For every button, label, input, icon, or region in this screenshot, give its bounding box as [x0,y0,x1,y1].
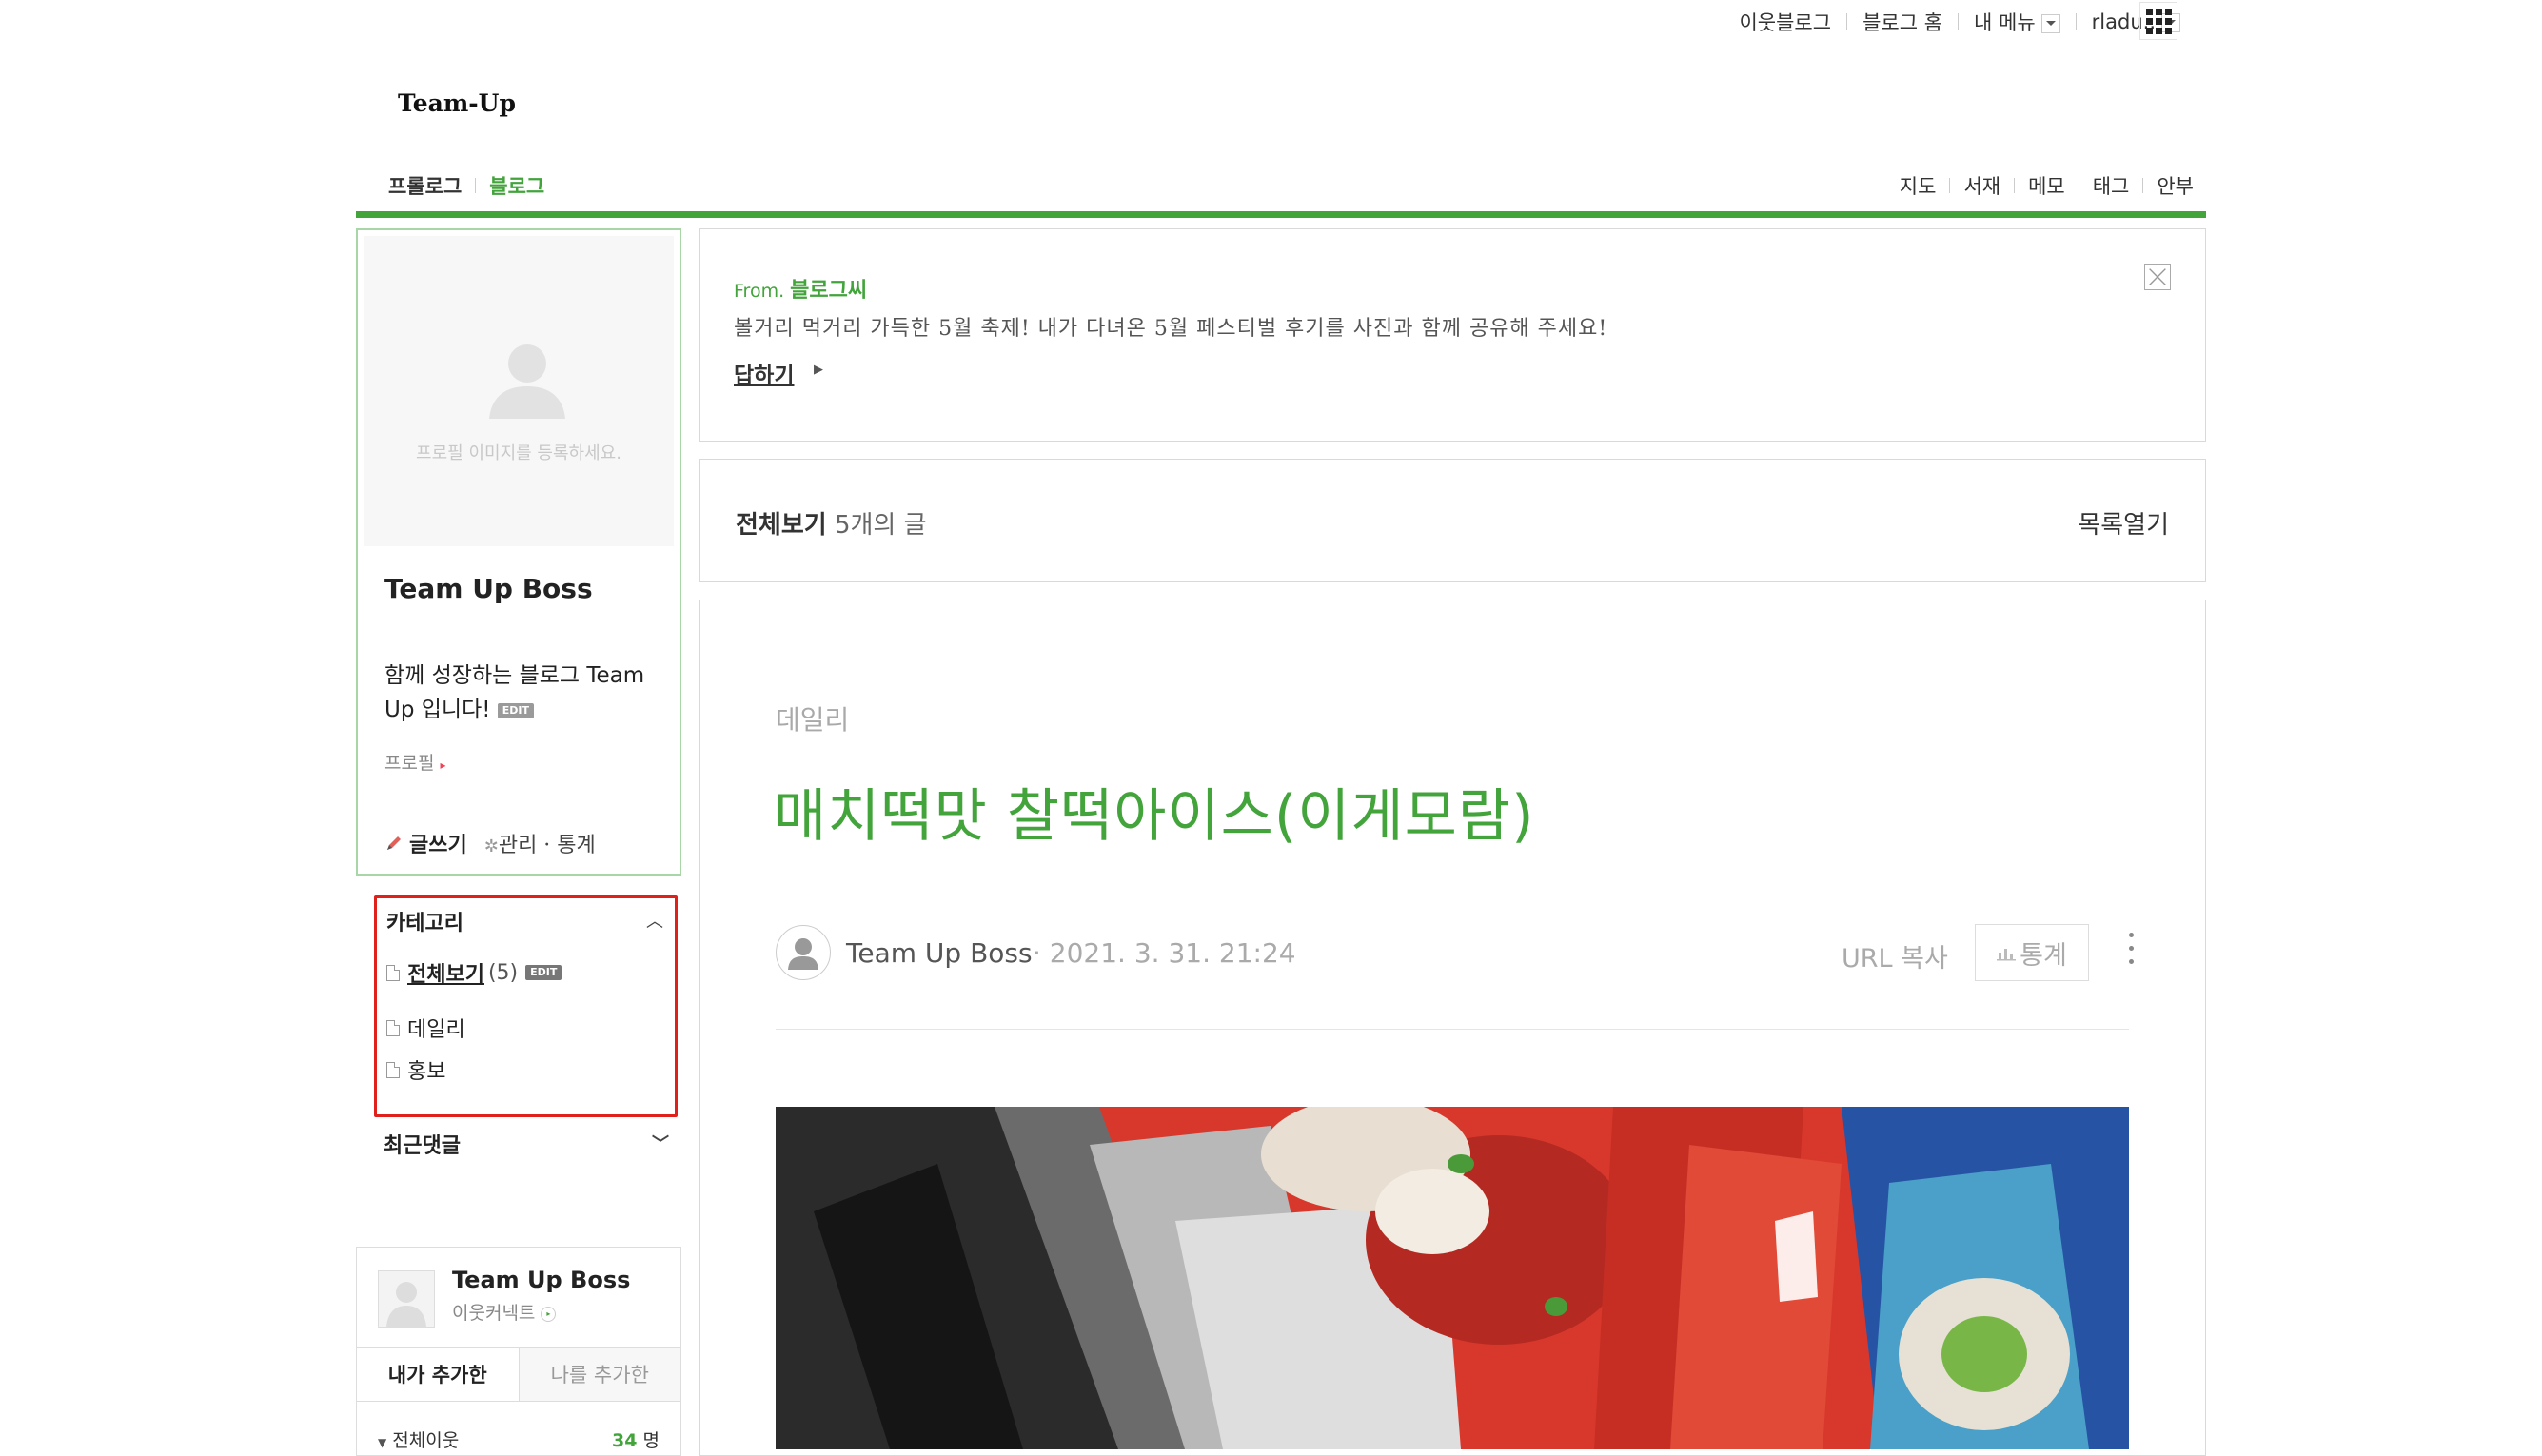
menu-library[interactable]: 서재 [1963,171,2000,200]
post-panel: 데일리 매치떡맛 찰떡아이스(이게모람) Team Up Boss · 2021… [699,600,2206,1456]
category-item-promo[interactable]: 홍보 [386,1054,445,1085]
menu-divider [1949,178,1951,193]
stats-label: 통계 [2020,940,2067,971]
neighbor-blog-link[interactable]: 이웃블로그 [1739,8,1831,36]
post-divider [776,1029,2129,1030]
person-silhouette-icon [788,938,818,970]
post-list-title: 전체보기 5개의 글 [736,505,927,541]
menu-divider [2142,178,2144,193]
category-label: 전체보기 [407,963,484,987]
neighbor-connect-label: 이웃커넥트 [452,1303,536,1324]
my-menu-dropdown[interactable]: 내 메뉴 [1974,8,2060,36]
document-icon [386,1061,400,1078]
write-post-link[interactable]: 글쓰기 [409,828,467,858]
post-list-header: 전체보기 5개의 글 목록열기 [699,459,2206,582]
more-options-icon[interactable] [2121,928,2140,975]
post-title: 매치떡맛 찰떡아이스(이게모람) [774,783,1535,850]
neighbor-connect-link[interactable]: 이웃커넥트 ▸ [452,1299,557,1325]
profile-link[interactable]: 프로필 ▸ [384,749,446,775]
grid-icon[interactable] [2139,2,2177,40]
gnb-divider [1958,13,1960,30]
chevron-down-icon: ﹀ [652,1134,669,1154]
category-label: 데일리 [407,1018,465,1042]
tab-added-by-me[interactable]: 내가 추가한 [357,1348,520,1401]
notice-from: From. 블로그씨 [734,273,867,304]
manage-stats-label: 관리 · 통계 [498,834,596,857]
blog-title[interactable]: Team-Up [398,89,516,117]
tab-added-me[interactable]: 나를 추가한 [519,1348,680,1401]
category-item-daily[interactable]: 데일리 [386,1013,465,1043]
post-author[interactable]: Team Up Boss [846,937,1033,969]
edit-description-button[interactable]: EDIT [497,702,535,718]
caret-down-icon: ▼ [378,1436,387,1449]
menu-divider [2014,178,2016,193]
gear-icon: ✲ [483,836,499,856]
post-date: · 2021. 3. 31. 21:24 [1033,937,1296,969]
avatar[interactable] [776,925,831,980]
arrow-right-icon: ▸ [541,1306,557,1322]
gnb-divider [2075,13,2077,30]
list-count: 5개의 글 [834,511,927,540]
recent-comments-title: 최근댓글 [384,1133,461,1158]
profile-name: Team Up Boss [384,573,593,604]
neighbor-count-value: 34 [612,1430,638,1451]
list-title-label: 전체보기 [736,511,827,540]
header-accent-bar [356,211,2206,218]
category-panel: 카테고리 ︿ 전체보기 (5) EDIT 데일리 홍보 [374,895,678,1117]
post-photo [776,1107,2129,1449]
blog-home-link[interactable]: 블로그 홈 [1862,8,1942,36]
category-label: 홍보 [407,1060,446,1084]
close-icon[interactable] [2144,264,2171,290]
my-menu-label: 내 메뉴 [1974,11,2036,34]
category-title: 카테고리 [386,911,463,935]
answer-link[interactable]: 답하기 [734,357,794,389]
person-silhouette-icon [489,344,565,419]
notice-text: 볼거리 먹거리 가득한 5월 축제! 내가 다녀온 5월 페스티벌 후기를 사진… [734,317,1608,341]
profile-panel: 프로필 이미지를 등록하세요. Team Up Boss 함께 성장하는 블로그… [356,228,681,876]
menu-divider [475,178,477,193]
blog-notice-panel: From. 블로그씨 볼거리 먹거리 가득한 5월 축제! 내가 다녀온 5월 … [699,228,2206,442]
manage-stats-link[interactable]: ✲관리 · 통계 [484,828,596,858]
chevron-up-icon[interactable]: ︿ [646,908,663,933]
notice-from-name[interactable]: 블로그씨 [790,278,867,303]
arrow-right-icon: ▶ [814,363,823,377]
bar-chart-icon [1997,949,2017,961]
menu-blog[interactable]: 블로그 [489,171,544,200]
menu-memo[interactable]: 메모 [2028,171,2065,200]
blog-menu-left: 프롤로그 블로그 [388,171,544,200]
post-category[interactable]: 데일리 [776,699,849,738]
recent-comments-header[interactable]: 최근댓글 ﹀ [384,1129,669,1159]
arrow-right-icon: ▸ [440,758,446,772]
document-icon [386,1019,400,1036]
gnb-divider [1846,13,1848,30]
url-copy-button[interactable]: URL 복사 [1842,937,1948,974]
profile-image-placeholder[interactable]: 프로필 이미지를 등록하세요. [364,236,674,546]
blog-menu-right: 지도 서재 메모 태그 안부 [1900,171,2194,200]
profile-actions: 글쓰기 ✲관리 · 통계 [384,828,596,858]
document-icon [386,964,400,981]
category-count: (5) [487,960,519,985]
neighbor-tabs: 내가 추가한 나를 추가한 [357,1347,680,1402]
neighbor-all-label: 전체이웃 [392,1430,460,1451]
global-nav-bar: 이웃블로그 블로그 홈 내 메뉴 rladu.. [1739,0,2180,44]
menu-tag[interactable]: 태그 [2093,171,2130,200]
menu-prologue[interactable]: 프롤로그 [388,171,462,200]
notice-from-prefix: From. [734,281,785,302]
pencil-icon [387,836,401,850]
avatar [378,1270,435,1328]
category-item-all[interactable]: 전체보기 (5) EDIT [386,957,562,988]
menu-map[interactable]: 지도 [1900,171,1937,200]
open-list-button[interactable]: 목록열기 [2078,505,2169,541]
stats-button[interactable]: 통계 [1975,924,2089,981]
person-silhouette-icon [386,1282,426,1327]
menu-guestbook[interactable]: 안부 [2157,171,2194,200]
neighbor-count-unit: 명 [642,1430,660,1451]
profile-image-hint: 프로필 이미지를 등록하세요. [416,443,621,463]
caret-down-icon [2040,14,2060,33]
neighbor-owner-name: Team Up Boss [452,1267,631,1293]
profile-description: 함께 성장하는 블로그 Team Up 입니다! EDIT [384,659,670,727]
neighbor-panel: Team Up Boss 이웃커넥트 ▸ 내가 추가한 나를 추가한 ▼ 전체이웃… [356,1247,681,1456]
profile-link-label: 프로필 [384,753,435,774]
edit-category-button[interactable]: EDIT [525,965,562,980]
